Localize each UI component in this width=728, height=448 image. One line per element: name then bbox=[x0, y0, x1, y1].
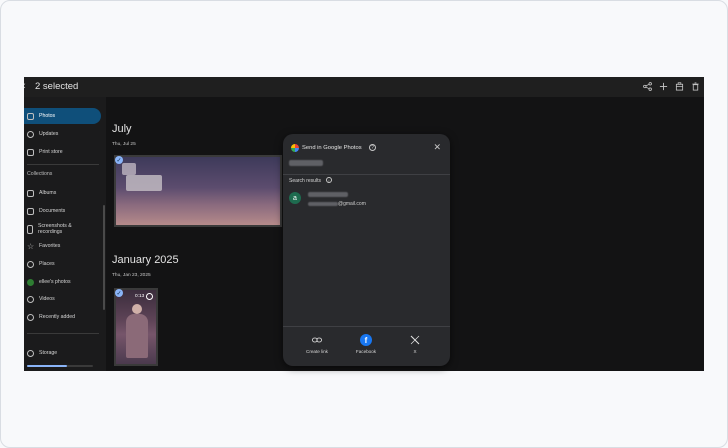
search-result-contact[interactable]: a @gmail.com bbox=[289, 190, 444, 210]
close-icon[interactable]: ✕ bbox=[433, 142, 441, 153]
photo-thumbnail[interactable] bbox=[114, 155, 282, 227]
facebook-share-button[interactable]: f Facebook bbox=[346, 334, 386, 360]
sidebar-item-ellees-photos[interactable]: ellee's photos bbox=[24, 274, 101, 290]
sidebar-item-label: Documents bbox=[39, 208, 66, 214]
bell-icon bbox=[27, 130, 34, 138]
sidebar-item-albums[interactable]: Albums bbox=[24, 185, 101, 201]
photo-content bbox=[132, 304, 142, 314]
toolbar-actions bbox=[642, 80, 700, 92]
share-option-label: Create link bbox=[306, 349, 328, 354]
sidebar: Photos Updates Print store Collections A… bbox=[24, 97, 106, 371]
recipient-input[interactable] bbox=[289, 160, 323, 166]
contact-email: @gmail.com bbox=[308, 201, 366, 207]
photo-icon bbox=[27, 112, 34, 120]
sidebar-divider bbox=[27, 333, 99, 334]
sidebar-item-label: Print store bbox=[39, 149, 63, 155]
pin-icon bbox=[27, 260, 34, 268]
link-icon bbox=[311, 334, 323, 346]
sidebar-item-label: Photos bbox=[39, 113, 56, 119]
sidebar-item-label: Places bbox=[39, 261, 55, 267]
storage-usage-fill bbox=[27, 365, 67, 367]
bag-icon bbox=[27, 148, 34, 156]
video-duration: 0:13 bbox=[135, 294, 145, 299]
contact-avatar: a bbox=[289, 192, 301, 204]
document-icon bbox=[27, 207, 34, 215]
create-link-button[interactable]: Create link bbox=[297, 334, 337, 360]
archive-icon[interactable] bbox=[674, 80, 684, 92]
dialog-divider bbox=[283, 326, 450, 327]
info-icon[interactable]: i bbox=[326, 177, 332, 183]
x-icon bbox=[409, 334, 421, 346]
sidebar-item-label: Recently added bbox=[39, 314, 76, 320]
email-redacted bbox=[308, 201, 338, 206]
google-photos-logo-icon bbox=[291, 144, 299, 152]
dialog-divider bbox=[283, 174, 450, 175]
sidebar-item-updates[interactable]: Updates bbox=[24, 126, 101, 142]
add-icon[interactable] bbox=[658, 80, 668, 92]
date-heading: Thu, Jul 25 bbox=[112, 142, 136, 147]
sidebar-item-label: ellee's photos bbox=[39, 279, 71, 285]
play-icon bbox=[146, 293, 153, 300]
sidebar-item-label: Storage bbox=[39, 350, 58, 356]
dialog-title: Send in Google Photos bbox=[302, 145, 362, 151]
sidebar-item-photos[interactable]: Photos bbox=[24, 108, 101, 124]
sidebar-item-favorites[interactable]: ☆ Favorites bbox=[24, 238, 101, 254]
photo-content bbox=[126, 175, 162, 191]
month-heading: July bbox=[112, 123, 132, 135]
selected-count: 2 selected bbox=[35, 81, 79, 92]
share-dialog: Send in Google Photos ? ✕ Search results… bbox=[283, 134, 450, 366]
sidebar-item-label: Albums bbox=[39, 190, 57, 196]
share-option-label: Facebook bbox=[355, 349, 377, 354]
sidebar-scrollbar[interactable] bbox=[103, 205, 105, 310]
sidebar-item-label: Favorites bbox=[39, 243, 61, 249]
sidebar-divider bbox=[27, 164, 99, 165]
sidebar-item-recently-added[interactable]: Recently added bbox=[24, 309, 101, 325]
video-thumbnail[interactable]: 0:13 bbox=[114, 288, 158, 366]
contact-name-redacted bbox=[308, 192, 348, 197]
share-icon[interactable] bbox=[642, 80, 652, 92]
collections-heading: Collections bbox=[27, 171, 53, 177]
sidebar-item-videos[interactable]: Videos bbox=[24, 291, 101, 307]
month-heading: January 2025 bbox=[112, 254, 179, 266]
search-results-label: Search results bbox=[289, 178, 321, 184]
sidebar-item-label: Updates bbox=[39, 131, 59, 137]
share-option-label: X bbox=[413, 349, 417, 354]
photo-content bbox=[126, 314, 148, 358]
help-icon[interactable]: ? bbox=[369, 144, 376, 151]
delete-icon[interactable] bbox=[690, 80, 700, 92]
sidebar-item-print-store[interactable]: Print store bbox=[24, 144, 101, 160]
star-icon: ☆ bbox=[27, 241, 35, 251]
facebook-icon: f bbox=[360, 334, 372, 346]
phone-icon bbox=[27, 224, 33, 234]
sidebar-item-documents[interactable]: Documents bbox=[24, 203, 101, 219]
sidebar-item-label: Screenshots & recordings bbox=[38, 222, 72, 236]
storage-usage-bar bbox=[27, 365, 93, 367]
sidebar-item-label: Videos bbox=[39, 296, 55, 302]
sidebar-item-screenshots[interactable]: Screenshots & recordings bbox=[24, 219, 101, 239]
sidebar-item-places[interactable]: Places bbox=[24, 256, 101, 272]
avatar-icon bbox=[27, 278, 34, 286]
selected-check-icon[interactable]: ✓ bbox=[115, 289, 123, 297]
album-icon bbox=[27, 189, 34, 197]
photo-content bbox=[122, 163, 136, 175]
x-share-button[interactable]: X bbox=[395, 334, 435, 360]
sidebar-item-storage[interactable]: Storage bbox=[24, 345, 101, 361]
play-icon bbox=[27, 295, 34, 303]
selection-toolbar: ‹ 2 selected bbox=[24, 77, 704, 97]
clock-icon bbox=[27, 313, 34, 321]
cloud-icon bbox=[27, 349, 34, 357]
selected-check-icon[interactable]: ✓ bbox=[115, 156, 123, 164]
email-domain: @gmail.com bbox=[338, 201, 366, 207]
date-heading: Thu, Jan 23, 2025 bbox=[112, 273, 151, 278]
back-icon[interactable]: ‹ bbox=[24, 80, 26, 92]
